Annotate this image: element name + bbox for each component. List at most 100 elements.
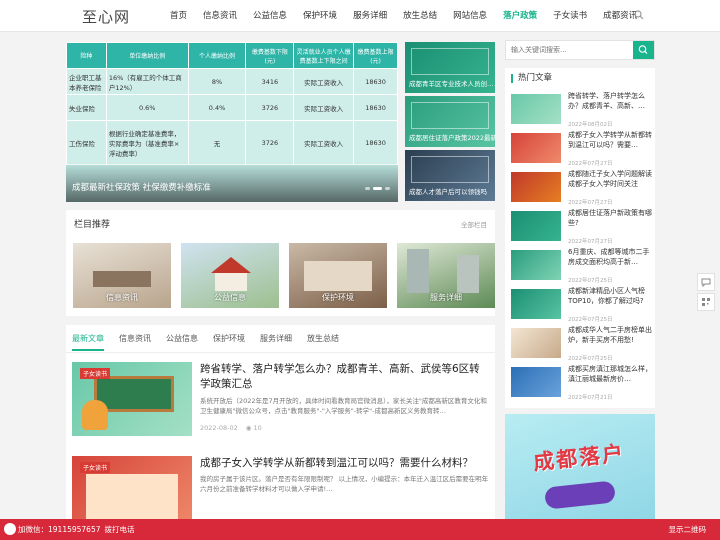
nav-item-news[interactable]: 信息资讯 [195,0,245,32]
article-badge: 子女读书 [80,462,111,473]
table-cell: 失业保险 [66,94,107,121]
nav-item-children-school[interactable]: 子女读书 [545,0,595,32]
hot-article[interactable]: 成都子女入学转学从新都转到温江可以吗？需要… 2022年07月27日 [511,131,653,167]
eye-icon: ◉ [245,424,252,432]
column-card-charity[interactable]: 公益信息 [181,243,279,308]
hot-articles-panel: 热门文章 跨省转学、落户转学怎么办？成都青羊、高新、… 2022年08月02日 … [505,68,655,408]
show-qrcode-button[interactable]: 显示二维码 [669,524,707,535]
slider-dots [365,187,390,190]
hot-article-title[interactable]: 成都买房滇江那城怎么样，滇江丽城最新房价… [568,365,652,384]
column-card-services[interactable]: 服务详细 [397,243,495,308]
nav-item-summary[interactable]: 放生总结 [395,0,445,32]
column-card-news[interactable]: 信息资讯 [73,243,171,308]
nav-item-home[interactable]: 首页 [162,0,195,32]
search-button[interactable] [633,41,654,59]
table-row: 企业职工基本养老保险 16%（有雇工的个体工商户12%） 8% 3416 实际工… [66,68,398,95]
room-image [93,271,151,287]
hot-article-date: 2022年07月27日 [568,200,613,206]
hot-article-thumb[interactable] [511,172,561,202]
column-card-environment[interactable]: 保护环境 [289,243,387,308]
tab-environment[interactable]: 保护环境 [213,333,245,351]
table-cell: 3416 [245,68,295,95]
sidebar-ad-banner[interactable]: 成都落户 [505,414,655,524]
float-chat-button[interactable] [697,273,715,291]
nav-item-services[interactable]: 服务详细 [345,0,395,32]
slider-thumb[interactable]: 成都青羊区专业技术人员创… [405,42,495,93]
slider-dot[interactable] [365,187,370,190]
table-cell: 企业职工基本养老保险 [66,68,107,95]
hot-article-thumb[interactable] [511,211,561,241]
main-nav: 首页 信息资讯 公益信息 保护环境 服务详细 放生总结 网站信息 落户政策 子女… [162,0,645,32]
hot-article[interactable]: 成都成华人气二手房榜单出炉，新手买房不用愁! 2022年07月25日 [511,326,653,362]
hot-article-thumb[interactable] [511,133,561,163]
hot-article-title[interactable]: 跨省转学、落户转学怎么办？成都青羊、高新、… [568,92,652,111]
article-title[interactable]: 跨省转学、落户转学怎么办？成都青羊、高新、武侯等6区转学政策汇总 [200,362,490,392]
tab-news[interactable]: 信息资讯 [119,333,151,351]
table-cell: 根据行业确定基准费率，实际费率为（基准费率×浮动费率） [105,120,189,165]
bottom-contact-bar: 加微信：19115957657 拨打电话 显示二维码 [0,519,720,540]
hot-article[interactable]: 成都新津精品小区人气榜TOP10，你都了解过吗? 2022年07月25日 [511,287,653,323]
article-tabs: 最新文章 信息资讯 公益信息 保护环境 服务详细 放生总结 [72,333,354,351]
table-header: 单位缴纳比例 [105,42,189,69]
hot-article-thumb[interactable] [511,94,561,124]
articles-panel: 最新文章 信息资讯 公益信息 保护环境 服务详细 放生总结 子女读书 跨省转学、… [66,325,495,530]
hot-article-title[interactable]: 成都成华人气二手房榜单出炉，新手买房不用愁! [568,326,652,345]
hot-article-title[interactable]: 成都居住证落户新政策有哪些? [568,209,652,228]
hot-article-date: 2022年07月21日 [568,395,613,401]
hot-article-title[interactable]: 6月重庆、成都等城市二手房成交面积均高于新… [568,248,652,267]
search-icon[interactable] [634,10,644,20]
hot-article[interactable]: 成都随迁子女入学问题解读 成都子女入学时间关注 2022年07月27日 [511,170,653,206]
hot-article[interactable]: 6月重庆、成都等城市二手房成交面积均高于新… 2022年07月25日 [511,248,653,284]
site-header: 至心网 首页 信息资讯 公益信息 保护环境 服务详细 放生总结 网站信息 落户政… [0,0,720,32]
table-header: 险种 [66,42,107,69]
all-columns-link[interactable]: 全部栏目 [461,219,487,229]
search-input[interactable] [506,41,634,59]
slider-caption[interactable]: 成都最新社保政策 社保缴费补缴标准 [72,181,211,193]
wechat-contact[interactable]: 加微信：19115957657 [18,524,101,535]
article-item[interactable]: 子女读书 成都子女入学转学从新都转到温江可以吗？需要什么材料？ 我的房子属于该片… [72,456,492,530]
hot-article-title[interactable]: 成都新津精品小区人气榜TOP10，你都了解过吗? [568,287,652,306]
hot-article[interactable]: 成都买房滇江那城怎么样，滇江丽城最新房价… 2022年07月21日 [511,365,653,401]
hot-article-date: 2022年07月25日 [568,317,613,323]
thumb-frame [411,48,489,75]
tab-charity[interactable]: 公益信息 [166,333,198,351]
nav-item-site-info[interactable]: 网站信息 [445,0,495,32]
call-button[interactable]: 拨打电话 [105,524,135,535]
hot-article-thumb[interactable] [511,289,561,319]
table-cell: 18630 [353,68,398,95]
hot-articles-title: 热门文章 [511,74,552,83]
table-header: 缴费基数下限(元) [245,42,295,69]
slider-thumb[interactable]: 成都人才落户后可以领钱吗 [405,150,495,201]
nav-item-settlement-policy[interactable]: 落户政策 [495,0,545,32]
hot-article-title[interactable]: 成都子女入学转学从新都转到温江可以吗？需要… [568,131,652,150]
house-body [215,273,247,291]
tab-services[interactable]: 服务详细 [260,333,292,351]
hot-article[interactable]: 成都居住证落户新政策有哪些? 2022年07月27日 [511,209,653,245]
hero-slider[interactable]: 险种 单位缴纳比例 个人缴纳比例 缴费基数下限(元) 灵活就业人员个人缴费基数上… [66,42,398,202]
slider-dot[interactable] [385,187,390,190]
table-cell: 0.6% [105,94,189,121]
tab-latest[interactable]: 最新文章 [72,333,104,351]
table-cell: 16%（有雇工的个体工商户12%） [105,68,189,95]
nav-item-environment[interactable]: 保护环境 [295,0,345,32]
table-cell: 实际工资收入 [293,68,355,95]
hot-article[interactable]: 跨省转学、落户转学怎么办？成都青羊、高新、… 2022年08月02日 [511,92,653,128]
column-cards: 信息资讯 公益信息 保护环境 服务详细 [73,243,495,308]
hot-article-date: 2022年07月25日 [568,278,613,284]
site-logo[interactable]: 至心网 [82,6,130,27]
article-date: 2022-08-02 [200,424,238,432]
nav-item-charity[interactable]: 公益信息 [245,0,295,32]
hot-article-thumb[interactable] [511,367,561,397]
thumb-frame [411,156,489,183]
hot-article-thumb[interactable] [511,250,561,280]
hot-article-thumb[interactable] [511,328,561,358]
hot-article-title[interactable]: 成都随迁子女入学问题解读 成都子女入学时间关注 [568,170,652,189]
tab-summary[interactable]: 放生总结 [307,333,339,351]
float-qrcode-button[interactable] [697,293,715,311]
slider-dot-active[interactable] [373,187,382,190]
slider-thumb[interactable]: 成都居住证落户政策2022最新 [405,96,495,147]
article-item[interactable]: 子女读书 跨省转学、落户转学怎么办？成都青羊、高新、武侯等6区转学政策汇总 系统… [72,362,492,442]
article-title[interactable]: 成都子女入学转学从新都转到温江可以吗？需要什么材料？ [200,456,490,471]
table-cell: 无 [187,120,247,165]
article-thumbnail[interactable]: 子女读书 [72,362,192,436]
